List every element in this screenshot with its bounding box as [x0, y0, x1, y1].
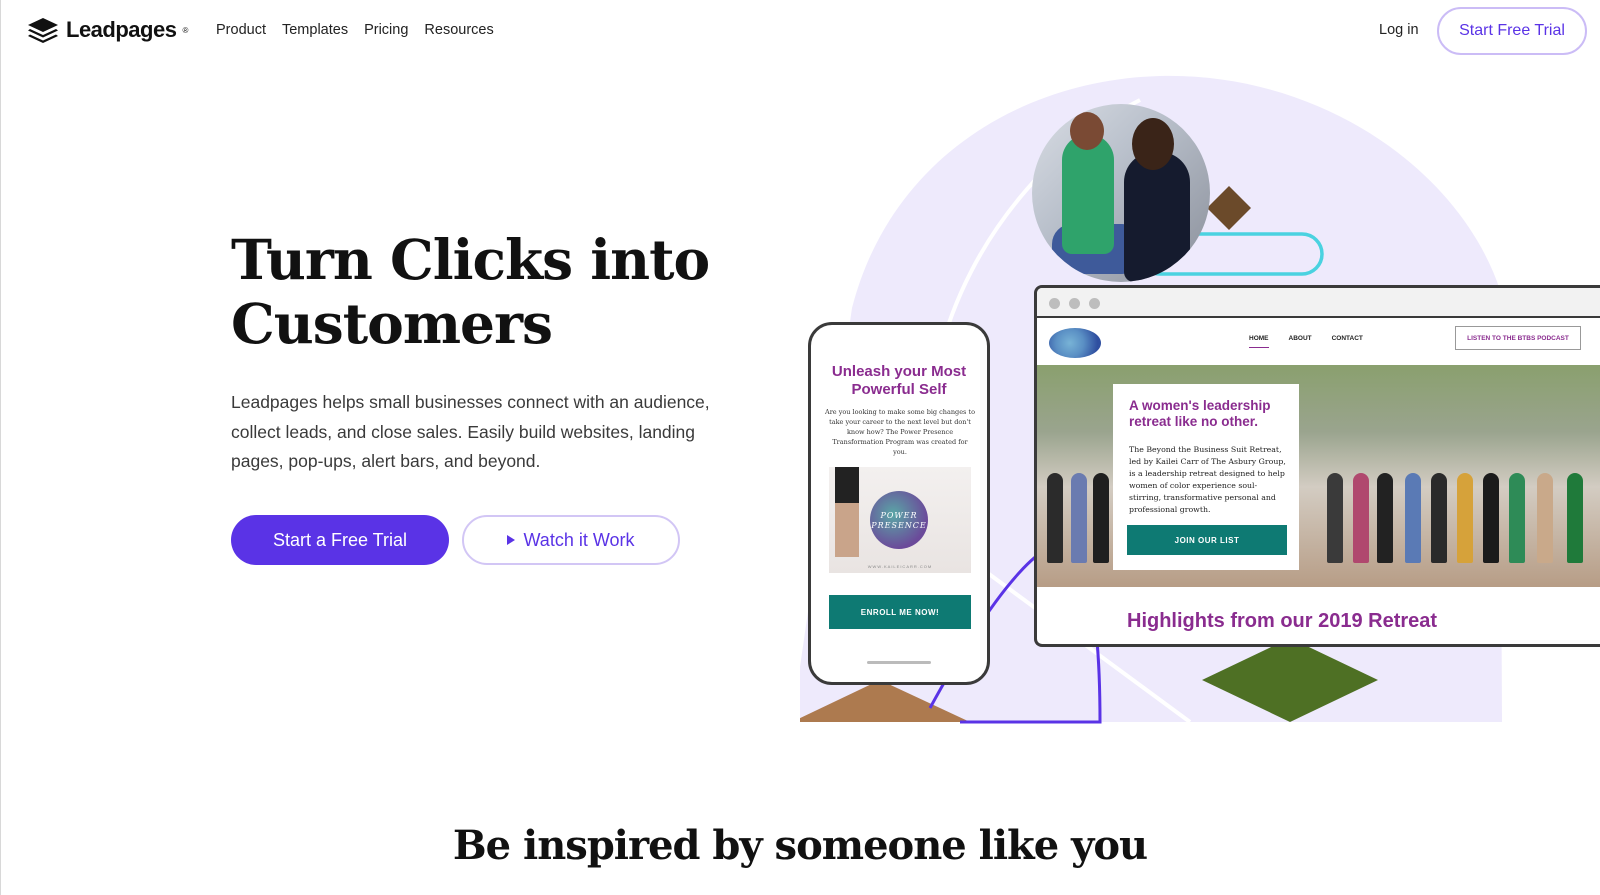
start-free-trial-button[interactable]: Start Free Trial: [1437, 7, 1587, 55]
phone-page-copy: Are you looking to make some big changes…: [825, 408, 975, 456]
brand-logo[interactable]: Leadpages ®: [26, 16, 188, 44]
phone-page-title: Unleash your Most Powerful Self: [831, 363, 967, 398]
mockup-nav-home[interactable]: HOME: [1249, 335, 1269, 348]
watch-it-work-label: Watch it Work: [523, 529, 635, 550]
main-nav: Product Templates Pricing Resources: [216, 22, 494, 38]
registered-mark: ®: [182, 25, 189, 35]
start-a-free-trial-button[interactable]: Start a Free Trial: [231, 515, 449, 565]
power-presence-image: POWER PRESENCE WWW.KAILEICARR.COM: [829, 467, 971, 573]
stacked-layers-icon: [28, 18, 58, 43]
page-edge-rule: [0, 0, 1, 895]
card-copy: The Beyond the Business Suit Retreat, le…: [1129, 445, 1286, 514]
mockup-nav-contact[interactable]: CONTACT: [1332, 335, 1363, 348]
browser-mockup: HOME ABOUT CONTACT LISTEN TO THE BTBS PO…: [1034, 285, 1600, 647]
card-title: A women's leadership retreat like no oth…: [1129, 398, 1271, 429]
nav-item-resources[interactable]: Resources: [424, 22, 493, 38]
section-title: Be inspired by someone like you: [452, 822, 1148, 869]
window-dot-icon: [1049, 298, 1060, 309]
phone-home-indicator: [867, 661, 931, 664]
browser-chrome: [1037, 288, 1600, 318]
phone-mockup: Unleash your Most Powerful Self Are you …: [808, 322, 990, 685]
join-our-list-button[interactable]: JOIN OUR LIST: [1127, 525, 1287, 555]
enroll-me-now-button[interactable]: ENROLL ME NOW!: [829, 595, 971, 629]
image-site-url: WWW.KAILEICARR.COM: [867, 564, 933, 569]
brand-name: Leadpages: [66, 17, 177, 42]
retreat-signup-card: A women's leadership retreat like no oth…: [1113, 384, 1299, 570]
site-header: Leadpages ® Product Templates Pricing Re…: [0, 0, 1600, 62]
mockup-nav: HOME ABOUT CONTACT: [1249, 335, 1363, 348]
hero-subtitle: Leadpages helps small businesses connect…: [231, 392, 710, 471]
hero-title: Turn Clicks into Customers: [231, 227, 710, 356]
nav-item-templates[interactable]: Templates: [282, 22, 348, 38]
window-dot-icon: [1069, 298, 1080, 309]
mockup-nav-about[interactable]: ABOUT: [1289, 335, 1312, 348]
nav-item-product[interactable]: Product: [216, 22, 266, 38]
window-dot-icon: [1089, 298, 1100, 309]
start-a-free-trial-label: Start a Free Trial: [272, 529, 408, 550]
women-meeting-photo: [1032, 104, 1210, 282]
login-link[interactable]: Log in: [1379, 22, 1419, 38]
play-icon: [507, 535, 516, 545]
highlights-heading: Highlights from our 2019 Retreat: [1127, 610, 1438, 632]
watch-it-work-button[interactable]: Watch it Work: [462, 515, 680, 565]
podcast-button[interactable]: LISTEN TO THE BTBS PODCAST: [1455, 326, 1581, 350]
nav-item-pricing[interactable]: Pricing: [364, 22, 408, 38]
retreat-logo: [1049, 328, 1101, 358]
power-presence-text: POWER PRESENCE: [871, 511, 927, 530]
